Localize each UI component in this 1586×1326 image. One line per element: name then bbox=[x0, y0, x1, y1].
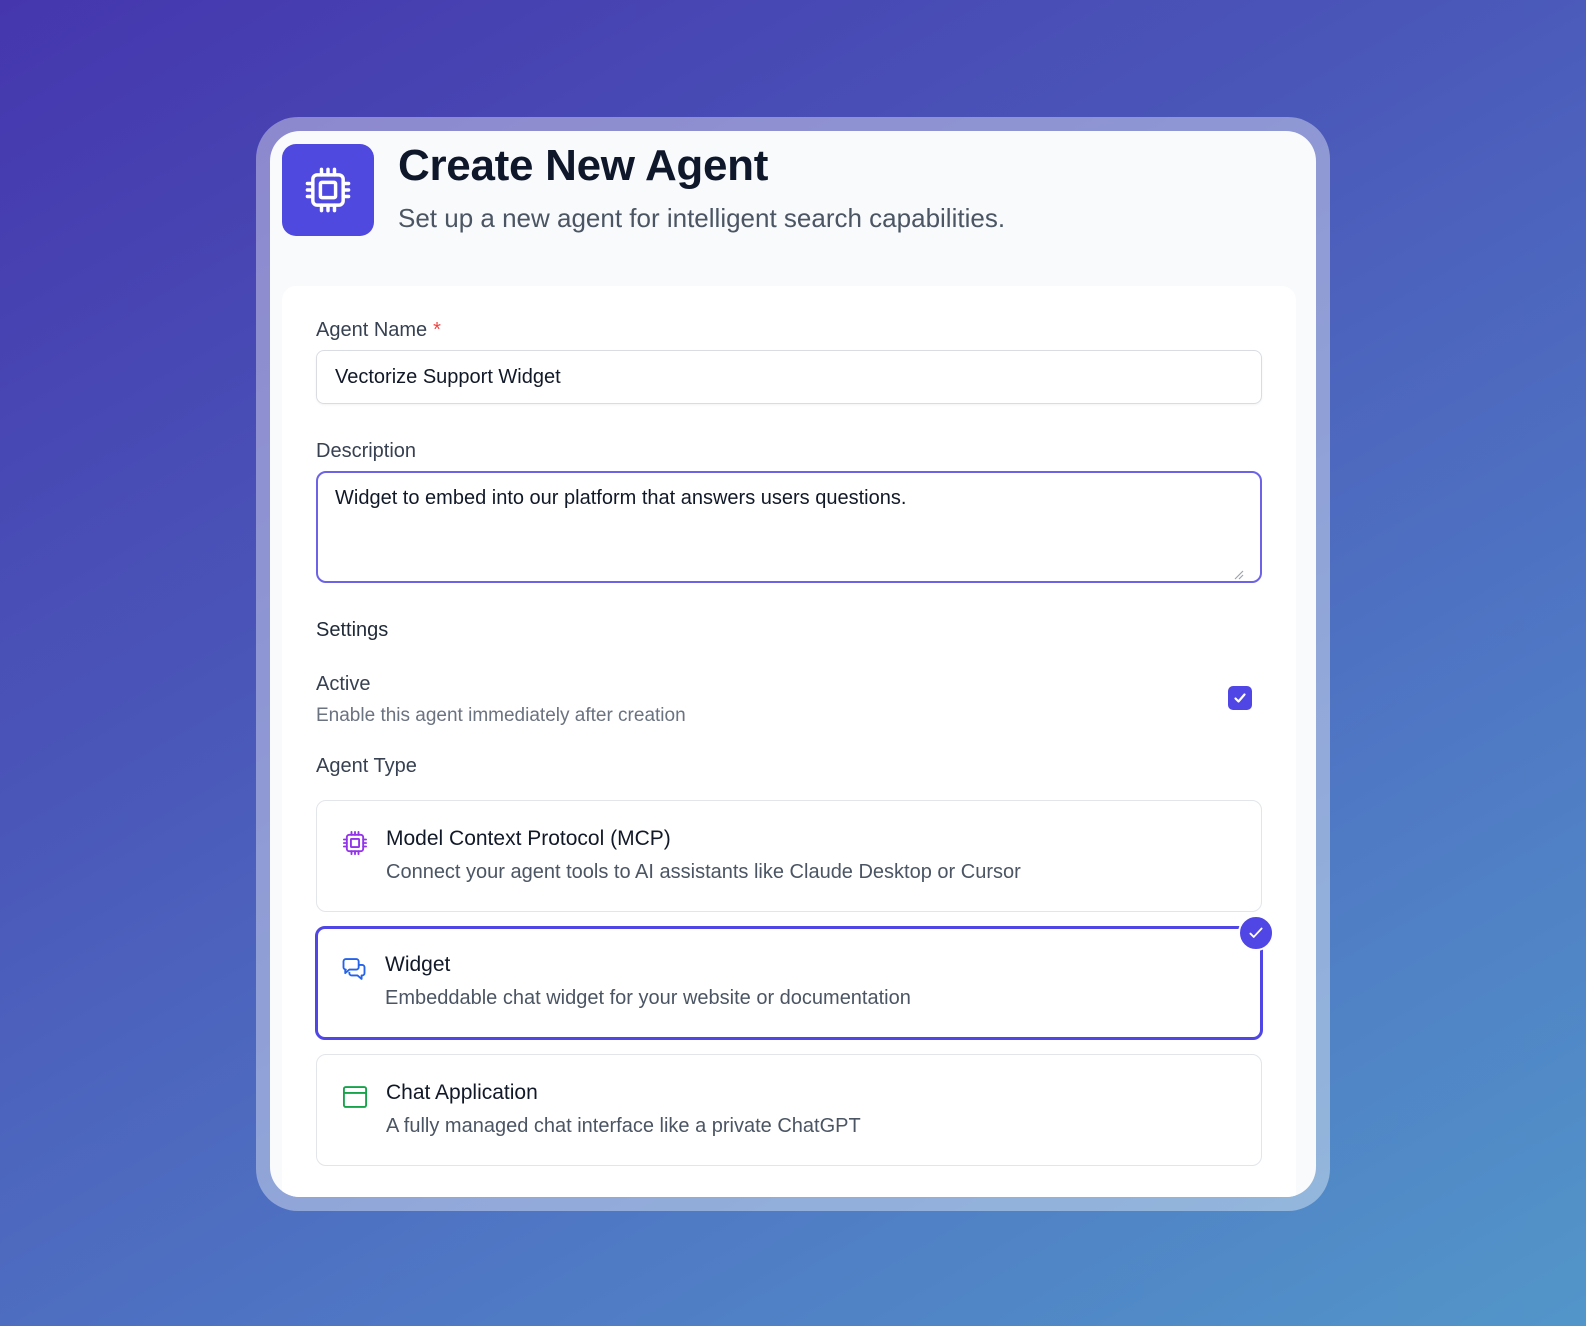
agent-type-option-chat-application[interactable]: Chat Application A fully managed chat in… bbox=[316, 1054, 1262, 1166]
active-description: Enable this agent immediately after crea… bbox=[316, 705, 686, 726]
option-description: Connect your agent tools to AI assistant… bbox=[386, 861, 1021, 883]
option-description: Embeddable chat widget for your website … bbox=[385, 987, 911, 1009]
agent-type-label: Agent Type bbox=[316, 755, 417, 777]
option-title: Chat Application bbox=[386, 1081, 538, 1104]
description-textarea[interactable]: Widget to embed into our platform that a… bbox=[316, 471, 1262, 583]
description-label: Description bbox=[316, 440, 417, 462]
agent-name-input[interactable] bbox=[316, 350, 1262, 404]
resize-handle-icon[interactable] bbox=[1232, 568, 1244, 580]
page-subtitle: Set up a new agent for intelligent searc… bbox=[398, 203, 1006, 233]
option-title: Widget bbox=[385, 953, 451, 976]
selected-check-badge bbox=[1238, 915, 1274, 951]
cpu-chip-icon bbox=[342, 830, 368, 856]
active-checkbox[interactable] bbox=[1228, 686, 1252, 710]
agent-name-label: Agent Name * bbox=[316, 319, 441, 342]
form-card: Agent Name* Description Widget to embed … bbox=[282, 286, 1296, 1197]
agent-name-label-text: Agent Name bbox=[316, 319, 428, 341]
create-agent-dialog: Create New Agent Set up a new agent for … bbox=[270, 131, 1316, 1197]
required-marker: * bbox=[433, 319, 441, 341]
page-title: Create New Agent bbox=[398, 141, 769, 190]
checkmark-icon bbox=[1249, 927, 1263, 938]
browser-window-icon bbox=[342, 1086, 368, 1108]
cpu-chip-icon bbox=[282, 144, 374, 236]
option-title: Model Context Protocol (MCP) bbox=[386, 827, 671, 850]
option-description: A fully managed chat interface like a pr… bbox=[386, 1115, 861, 1137]
agent-type-option-widget[interactable]: Widget Embeddable chat widget for your w… bbox=[315, 915, 1274, 1040]
check-icon bbox=[1234, 693, 1246, 703]
chat-bubbles-icon bbox=[342, 958, 366, 980]
active-label: Active bbox=[316, 673, 371, 695]
settings-heading: Settings bbox=[316, 619, 389, 641]
agent-type-option-mcp[interactable]: Model Context Protocol (MCP) Connect you… bbox=[316, 800, 1262, 912]
